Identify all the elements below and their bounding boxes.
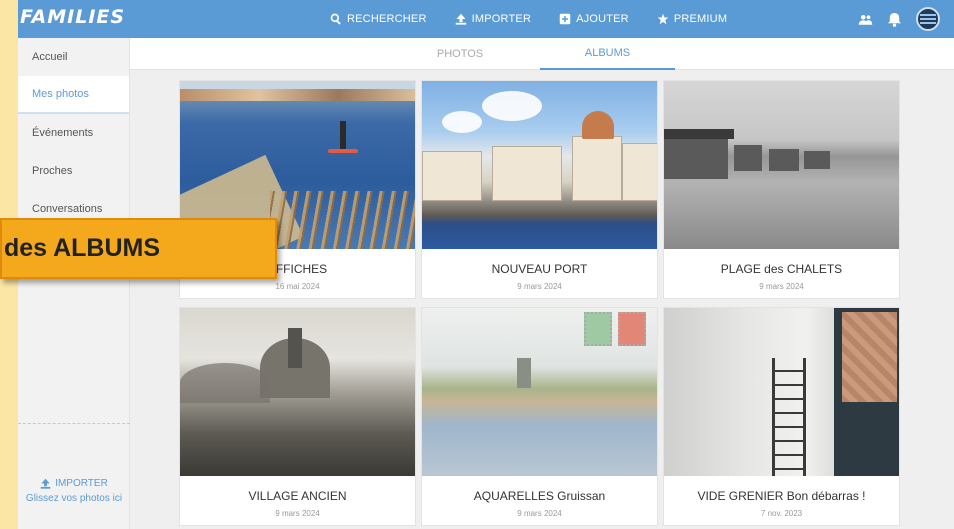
app-logo[interactable]: FAMILIES: [20, 6, 125, 28]
album-thumbnail: [422, 81, 657, 249]
plus-square-icon: [559, 13, 571, 25]
sidebar-import-dropzone[interactable]: IMPORTER Glissez vos photos ici: [18, 478, 130, 504]
album-date: 9 mars 2024: [517, 282, 562, 291]
album-thumbnail: [664, 81, 899, 249]
upload-icon: [40, 478, 51, 489]
sidebar-item-home[interactable]: Accueil: [18, 38, 129, 76]
album-card[interactable]: VILLAGE ANCIEN 9 mars 2024: [179, 307, 416, 526]
search-label: RECHERCHER: [347, 13, 427, 25]
top-nav: RECHERCHER IMPORTER AJOUTER PREMIUM: [330, 0, 727, 38]
premium-button[interactable]: PREMIUM: [657, 13, 727, 25]
album-date: 9 mars 2024: [517, 509, 562, 518]
tab-albums[interactable]: ALBUMS: [540, 38, 675, 70]
top-bar: FAMILIES RECHERCHER IMPORTER AJOUTER PRE…: [18, 0, 954, 38]
album-date: 9 mars 2024: [275, 509, 320, 518]
add-button[interactable]: AJOUTER: [559, 13, 629, 25]
album-date: 16 mai 2024: [275, 282, 320, 291]
star-icon: [657, 13, 669, 25]
top-right-actions: [858, 0, 940, 38]
album-thumbnail: [664, 308, 899, 476]
tab-photos[interactable]: PHOTOS: [410, 38, 510, 70]
album-title: AQUARELLES Gruissan: [473, 489, 606, 503]
bell-icon[interactable]: [887, 12, 902, 27]
overlay-caption: des ALBUMS: [0, 218, 277, 279]
sidebar-item-events[interactable]: Événements: [18, 114, 129, 152]
add-label: AJOUTER: [576, 13, 629, 25]
upload-icon: [455, 13, 466, 25]
album-grid: AFFICHES 16 mai 2024 NOUVEAU PORT 9 mars…: [179, 80, 900, 526]
album-title: VIDE GRENIER Bon débarras !: [697, 489, 866, 503]
sidebar-item-relatives[interactable]: Proches: [18, 152, 129, 190]
album-card[interactable]: PLAGE des CHALETS 9 mars 2024: [663, 80, 900, 299]
album-card[interactable]: NOUVEAU PORT 9 mars 2024: [421, 80, 658, 299]
user-avatar[interactable]: [916, 7, 940, 31]
album-card[interactable]: VIDE GRENIER Bon débarras ! 7 nov. 2023: [663, 307, 900, 526]
tab-bar: PHOTOS ALBUMS: [130, 38, 954, 70]
users-icon[interactable]: [858, 12, 873, 27]
album-date: 7 nov. 2023: [760, 509, 803, 518]
album-title: VILLAGE ANCIEN: [248, 489, 347, 503]
main-content: PHOTOS ALBUMS AFFICHES 16 mai 2024 NOUVE…: [130, 38, 954, 529]
sidebar-import-label: IMPORTER: [55, 478, 108, 489]
album-thumbnail: [422, 308, 657, 476]
sidebar-item-my-photos[interactable]: Mes photos: [18, 76, 129, 114]
album-title: PLAGE des CHALETS: [720, 262, 843, 276]
drop-hint: Glissez vos photos ici: [25, 493, 123, 504]
album-card[interactable]: AQUARELLES Gruissan 9 mars 2024: [421, 307, 658, 526]
album-date: 9 mars 2024: [759, 282, 804, 291]
search-icon: [330, 13, 341, 25]
album-thumbnail: [180, 308, 415, 476]
sidebar: Accueil Mes photos Événements Proches Co…: [18, 38, 130, 529]
search-button[interactable]: RECHERCHER: [330, 13, 427, 25]
sidebar-divider: [18, 423, 130, 424]
premium-label: PREMIUM: [673, 13, 728, 25]
import-button[interactable]: IMPORTER: [455, 13, 531, 25]
import-label: IMPORTER: [471, 13, 532, 25]
album-title: NOUVEAU PORT: [491, 262, 588, 276]
